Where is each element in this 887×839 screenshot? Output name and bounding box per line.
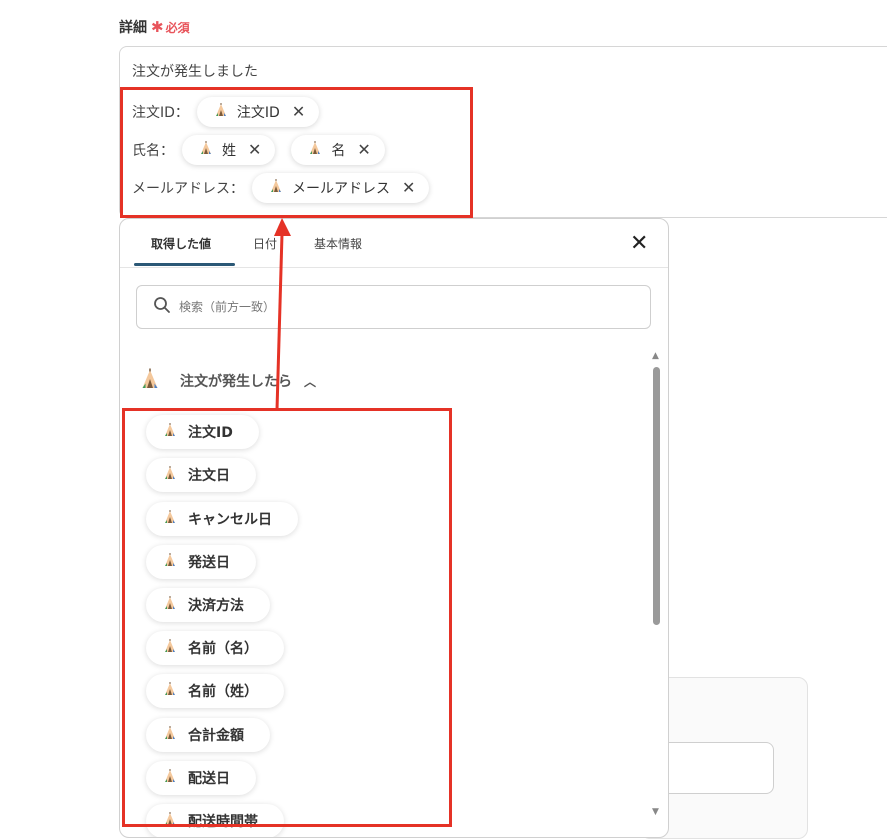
- tent-icon: [162, 465, 178, 485]
- textarea-line-email: メールアドレス： メールアドレス ✕: [132, 173, 445, 203]
- group-title: 注文が発生したら: [180, 374, 292, 390]
- list-item-label: 発送日: [188, 555, 230, 571]
- tent-icon: [162, 681, 178, 701]
- chip-label: メールアドレス: [292, 181, 390, 197]
- list-item[interactable]: 注文日: [146, 458, 256, 492]
- tab-acquired-values[interactable]: 取得した値: [151, 235, 211, 252]
- tent-icon: [162, 638, 178, 658]
- list-item-label: 決済方法: [188, 598, 244, 614]
- list-item-label: 配送日: [188, 771, 230, 787]
- required-asterisk-icon: ✱: [151, 17, 164, 36]
- search-icon: [153, 296, 171, 318]
- list-item[interactable]: 合計金額: [146, 718, 270, 752]
- list-item-label: 名前（名）: [188, 641, 258, 657]
- detail-textarea[interactable]: 注文が発生しました 注文ID： 注文ID ✕ 氏名： 姓 ✕ 名 ✕ メールアド…: [119, 46, 887, 218]
- tent-icon: [138, 367, 162, 395]
- list-item[interactable]: 配送日: [146, 761, 256, 795]
- tab-bar: 取得した値 日付 基本情報 ✕: [120, 219, 668, 268]
- tent-icon: [162, 725, 178, 745]
- line-label: メールアドレス：: [132, 181, 244, 197]
- tent-icon: [162, 552, 178, 572]
- tab-basic-info[interactable]: 基本情報: [314, 235, 362, 252]
- search-input[interactable]: [177, 299, 481, 315]
- close-icon[interactable]: ✕: [292, 104, 305, 120]
- textarea-line-order-id: 注文ID： 注文ID ✕: [132, 97, 335, 127]
- list-item-label: 注文ID: [188, 425, 233, 441]
- tab-date[interactable]: 日付: [253, 235, 277, 252]
- variable-chip[interactable]: 注文ID ✕: [196, 97, 320, 127]
- chip-label: 注文ID: [236, 105, 280, 121]
- list-item[interactable]: キャンセル日: [146, 502, 298, 536]
- tent-icon: [162, 811, 178, 831]
- list-item-label: 名前（姓）: [188, 684, 258, 700]
- line-label: 氏名：: [132, 143, 174, 159]
- field-label-text: 詳細: [119, 20, 147, 36]
- variable-chip[interactable]: メールアドレス ✕: [252, 173, 430, 203]
- tent-icon: [198, 140, 214, 160]
- tent-icon: [162, 422, 178, 442]
- list-item-label: 注文日: [188, 468, 230, 484]
- textarea-line-name: 氏名： 姓 ✕ 名 ✕: [132, 135, 401, 165]
- list-item[interactable]: 決済方法: [146, 588, 270, 622]
- field-label: 詳細 ✱ 必須: [119, 17, 190, 37]
- first-line-text: 注文が発生しました: [132, 64, 258, 80]
- required-text: 必須: [165, 20, 190, 35]
- chip-label: 名: [331, 143, 346, 159]
- chevron-up-icon[interactable]: ︿: [304, 373, 316, 390]
- list-item-label: キャンセル日: [188, 512, 272, 528]
- tent-icon: [162, 595, 178, 615]
- list-item[interactable]: 配送時間帯: [146, 804, 284, 837]
- textarea-first-line: 注文が発生しました: [132, 61, 258, 81]
- list-item[interactable]: 名前（名）: [146, 631, 284, 665]
- variable-chip[interactable]: 姓 ✕: [182, 135, 276, 165]
- list-item[interactable]: 注文ID: [146, 415, 259, 449]
- list-item[interactable]: 名前（姓）: [146, 674, 284, 708]
- search-box[interactable]: [136, 285, 651, 329]
- close-icon[interactable]: ✕: [248, 142, 261, 158]
- close-icon[interactable]: ✕: [357, 142, 370, 158]
- required-badge: ✱ 必須: [151, 19, 190, 36]
- tent-icon: [268, 178, 284, 198]
- tent-icon: [213, 102, 229, 122]
- chip-label: 姓: [222, 143, 236, 159]
- group-header[interactable]: 注文が発生したら ︿: [138, 367, 316, 395]
- scroll-up-arrow-icon[interactable]: ▲: [652, 351, 659, 361]
- list-item[interactable]: 発送日: [146, 545, 256, 579]
- tent-icon: [307, 140, 323, 160]
- tent-icon: [162, 509, 178, 529]
- active-tab-indicator: [134, 263, 235, 266]
- line-label: 注文ID：: [132, 105, 189, 121]
- close-icon[interactable]: ✕: [630, 233, 648, 255]
- scroll-down-arrow-icon[interactable]: ▼: [652, 807, 659, 817]
- scrollbar-thumb[interactable]: [653, 367, 660, 625]
- close-icon[interactable]: ✕: [402, 180, 415, 196]
- variable-chip[interactable]: 名 ✕: [291, 135, 385, 165]
- variable-picker-panel: 取得した値 日付 基本情報 ✕ 注文が発生したら ︿ ▲ ▼ 注文ID 注文日 …: [119, 218, 669, 838]
- list-item-label: 合計金額: [188, 728, 244, 744]
- tent-icon: [162, 768, 178, 788]
- list-item-label: 配送時間帯: [188, 814, 258, 830]
